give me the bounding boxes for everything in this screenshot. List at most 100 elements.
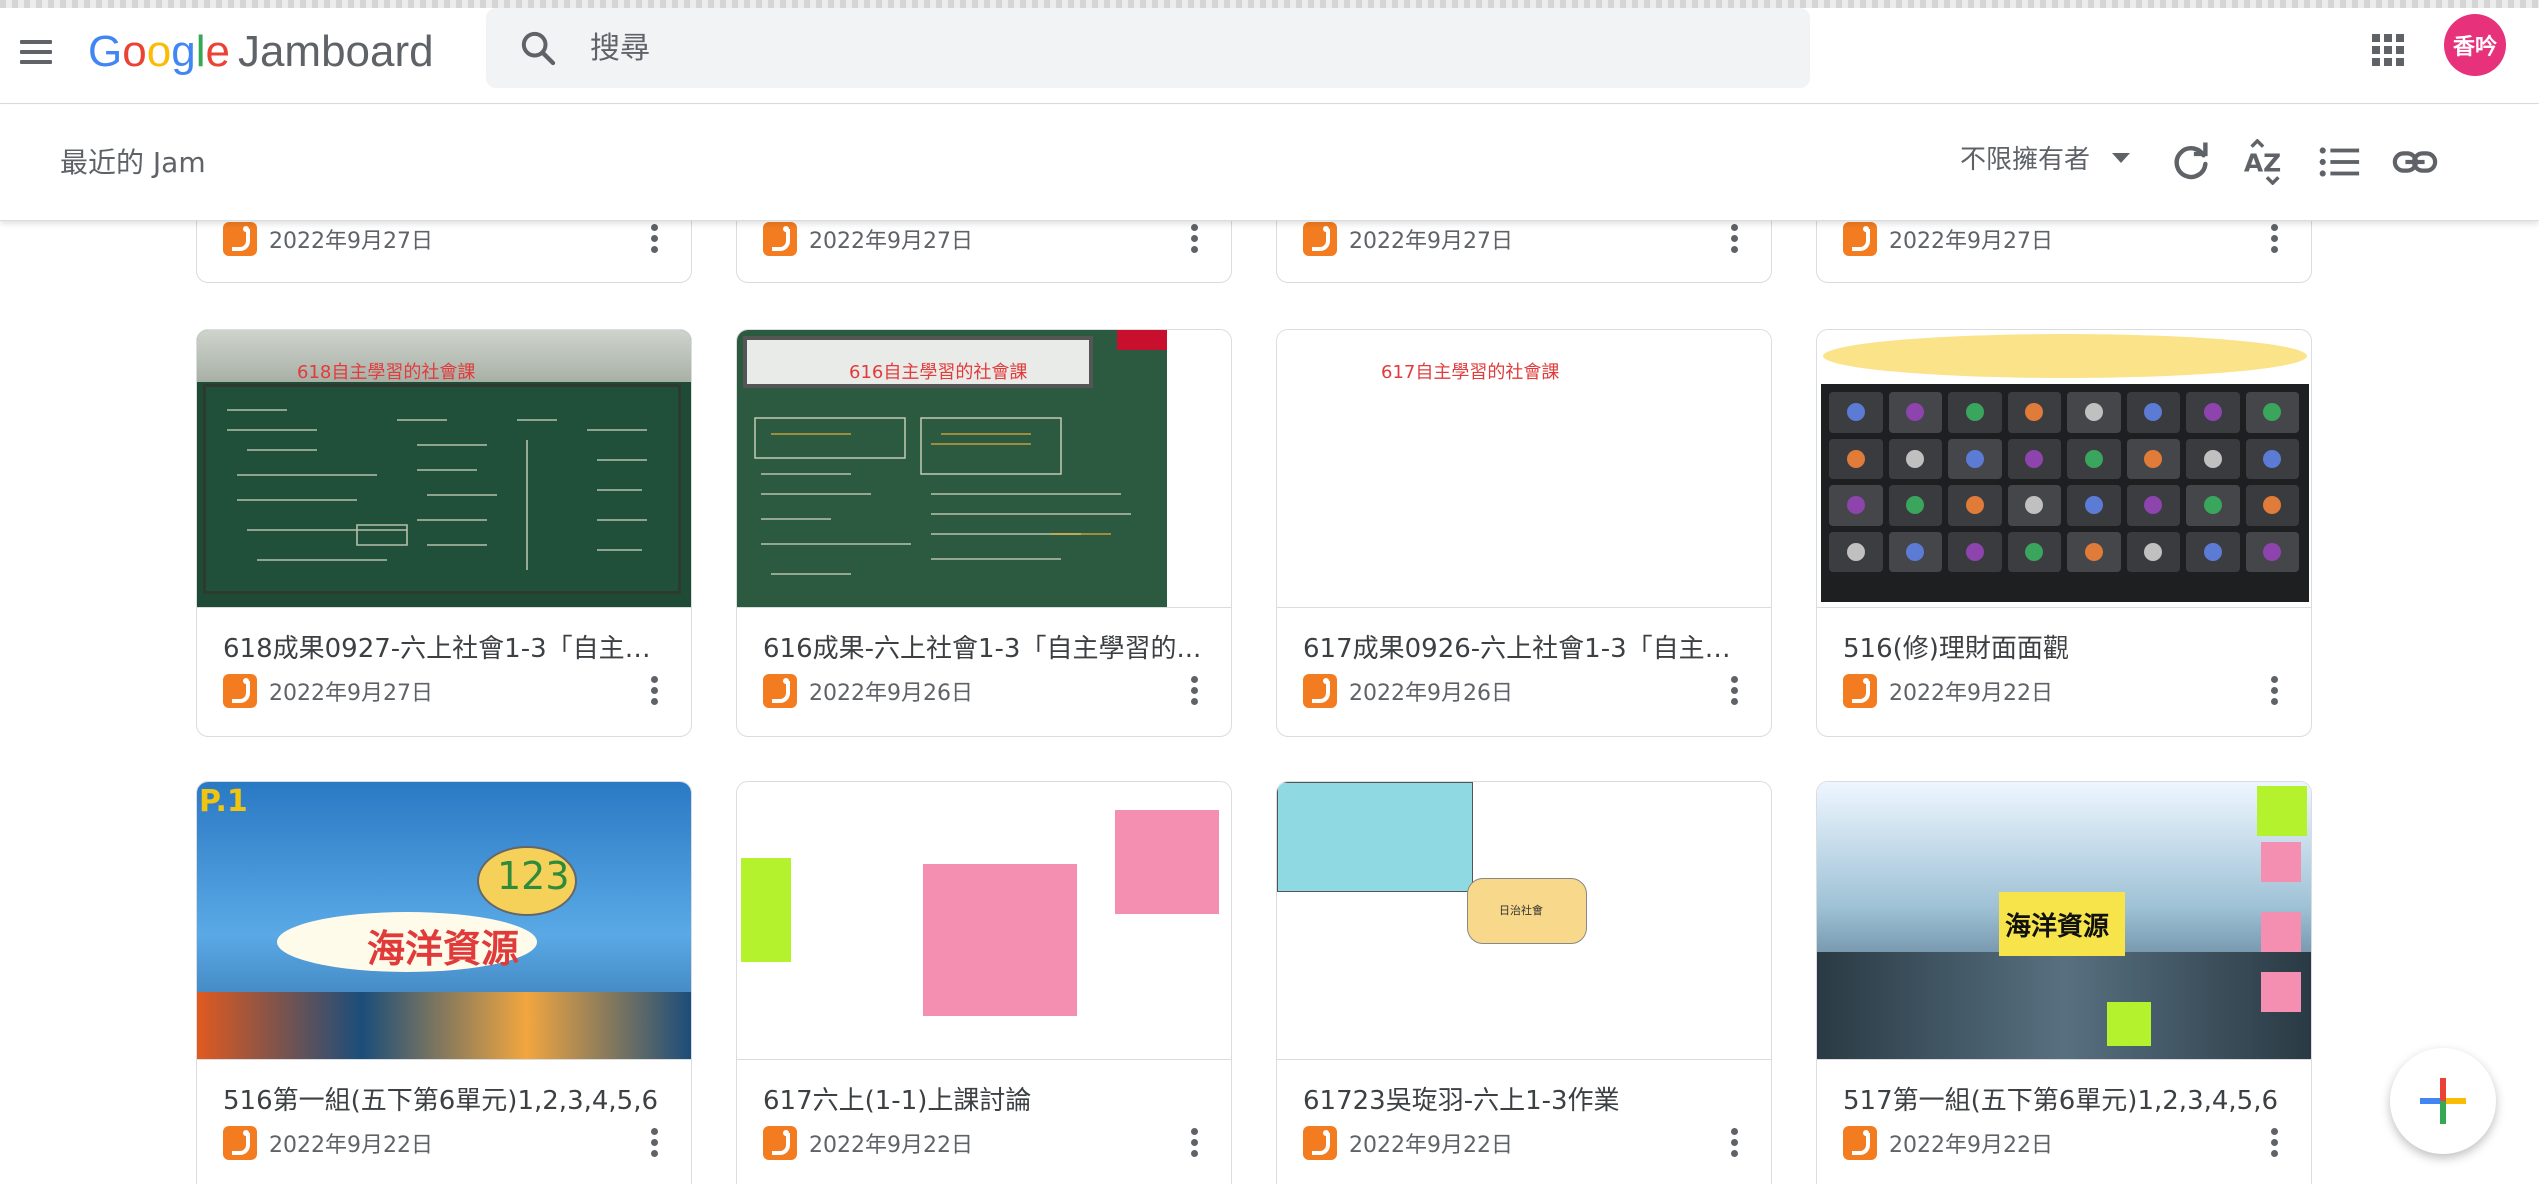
participant-tile — [2067, 438, 2121, 479]
more-options-icon[interactable] — [2269, 1126, 2279, 1160]
more-options-icon[interactable] — [649, 1126, 659, 1160]
sort-az-icon[interactable]: AZ — [2242, 139, 2288, 185]
participant-avatar — [2084, 403, 2103, 422]
participant-avatar — [2203, 403, 2222, 422]
chalk-writing — [227, 409, 647, 570]
jam-card[interactable]: 516(修)理財面面觀 2022年9月22日 — [1816, 329, 2312, 737]
participant-avatar — [1906, 542, 1925, 561]
jam-title: 517第一組(五下第6單元)1,2,3,4,5,6 — [1843, 1086, 2279, 1116]
jamboard-icon — [1303, 674, 1337, 708]
participant-tile — [2245, 438, 2299, 479]
participant-avatar — [1965, 449, 1984, 468]
logo-letter: G — [88, 27, 123, 76]
page-title: 最近的 Jam — [60, 146, 206, 179]
participant-avatar — [1846, 449, 1865, 468]
app-header: Google Jamboard 香吟 — [0, 8, 2539, 104]
avatar[interactable]: 香吟 — [2444, 14, 2506, 76]
more-options-icon[interactable] — [649, 222, 659, 256]
jam-date: 2022年9月22日 — [269, 1133, 433, 1158]
thumb-caption: 616自主學習的社會課 — [849, 362, 1028, 383]
participant-tile — [2126, 485, 2180, 526]
participant-tile — [1829, 438, 1883, 479]
participant-avatar — [1846, 542, 1865, 561]
participant-avatar — [2025, 496, 2044, 515]
participant-tile — [1829, 485, 1883, 526]
jam-card[interactable]: 日治社會 61723吳琁羽-六上1-3作業 2022年9月22日 — [1276, 781, 1772, 1184]
more-options-icon[interactable] — [1729, 222, 1739, 256]
more-options-icon[interactable] — [1189, 674, 1199, 708]
participant-avatar — [2084, 449, 2103, 468]
jamboard-icon — [763, 674, 797, 708]
jam-title: 618成果0927-六上社會1-3「自主學... — [223, 634, 663, 664]
jamboard-icon — [763, 1126, 797, 1160]
more-options-icon[interactable] — [649, 674, 659, 708]
more-options-icon[interactable] — [2269, 674, 2279, 708]
participant-avatar — [1906, 496, 1925, 515]
jam-card[interactable]: 海洋資源 517第一組(五下第6單元)1,2,3,4,5,6 2022年9月22… — [1816, 781, 2312, 1184]
jam-card[interactable]: 616自主學習的社會課 616成果-六上社會1-3「自主學習的... 2022年… — [736, 329, 1232, 737]
participant-tile — [2067, 485, 2121, 526]
app-logo[interactable]: Google Jamboard — [88, 22, 434, 82]
jam-card[interactable]: 618自主學習的社會課 618成果0927-六上社會1-3「自主學... 202… — [196, 329, 692, 737]
list-view-icon[interactable] — [2316, 139, 2362, 185]
participant-avatar — [2144, 496, 2163, 515]
jam-card[interactable]: 2022年9月27日 — [736, 221, 1232, 283]
meet-grid — [1829, 392, 2299, 572]
chalk-writing — [754, 417, 1131, 575]
participant-tile — [2067, 392, 2121, 433]
jam-title: 617成果0926-六上社會1-3「自主學... — [1303, 634, 1743, 664]
chevron-down-icon — [2112, 152, 2131, 163]
more-options-icon[interactable] — [1189, 222, 1199, 256]
more-options-icon[interactable] — [2269, 222, 2279, 256]
jam-title: 617六上(1-1)上課討論 — [763, 1086, 1032, 1116]
participant-tile — [2186, 392, 2240, 433]
jam-meta: 2022年9月26日 — [1303, 674, 1513, 708]
jam-thumbnail: 海洋資源 — [1817, 782, 2311, 1060]
owner-filter-dropdown[interactable]: 不限擁有者 — [1960, 139, 2131, 176]
more-options-icon[interactable] — [1729, 674, 1739, 708]
refresh-icon[interactable] — [2168, 139, 2214, 185]
jam-date: 2022年9月22日 — [1889, 1133, 2053, 1158]
jamboard-icon — [223, 1126, 257, 1160]
participant-tile — [2126, 438, 2180, 479]
apps-grid-icon[interactable] — [2368, 30, 2408, 70]
more-options-icon[interactable] — [1189, 1126, 1199, 1160]
jam-thumbnail: 617自主學習的社會課 — [1277, 330, 1771, 608]
search-input[interactable] — [590, 22, 1770, 74]
jam-card[interactable]: 617六上(1-1)上課討論 2022年9月22日 — [736, 781, 1232, 1184]
participant-avatar — [2203, 449, 2222, 468]
participant-tile — [2007, 485, 2061, 526]
participant-tile — [1948, 531, 2002, 572]
search-icon[interactable] — [518, 28, 558, 68]
participant-avatar — [2084, 542, 2103, 561]
participant-tile — [2126, 392, 2180, 433]
jam-card[interactable]: 2022年9月27日 — [1276, 221, 1772, 283]
jamboard-icon — [1303, 1126, 1337, 1160]
more-options-icon[interactable] — [1729, 1126, 1739, 1160]
link-icon[interactable] — [2392, 139, 2438, 185]
participant-tile — [2186, 485, 2240, 526]
participant-tile — [1948, 392, 2002, 433]
jam-card[interactable]: P.1 海洋資源 123 516第一組(五下第6單元)1,2,3,4,5,6 2… — [196, 781, 692, 1184]
jam-meta: 2022年9月22日 — [1843, 674, 2053, 708]
participant-tile — [1888, 438, 1942, 479]
jam-card[interactable]: 617自主學習的社會課 617成果0926-六上社會1-3「自主學... 202… — [1276, 329, 1772, 737]
jam-date: 2022年9月26日 — [809, 681, 973, 706]
jamboard-icon — [223, 222, 257, 256]
svg-text:A: A — [2244, 149, 2264, 178]
participant-avatar — [2263, 403, 2282, 422]
participant-avatar — [1965, 542, 1984, 561]
participant-tile — [1888, 531, 1942, 572]
logo-letter: o — [122, 27, 147, 76]
jam-title: 516第一組(五下第6單元)1,2,3,4,5,6 — [223, 1086, 659, 1116]
thumb-number: 123 — [497, 854, 570, 898]
jam-card[interactable]: 2022年9月27日 — [196, 221, 692, 283]
jam-date: 2022年9月27日 — [809, 229, 973, 254]
search-bar[interactable] — [486, 8, 1810, 88]
participant-avatar — [1906, 403, 1925, 422]
menu-icon[interactable] — [16, 32, 56, 72]
participant-avatar — [1965, 496, 1984, 515]
jam-card[interactable]: 2022年9月27日 — [1816, 221, 2312, 283]
new-jam-button[interactable] — [2390, 1048, 2496, 1154]
participant-tile — [2126, 531, 2180, 572]
